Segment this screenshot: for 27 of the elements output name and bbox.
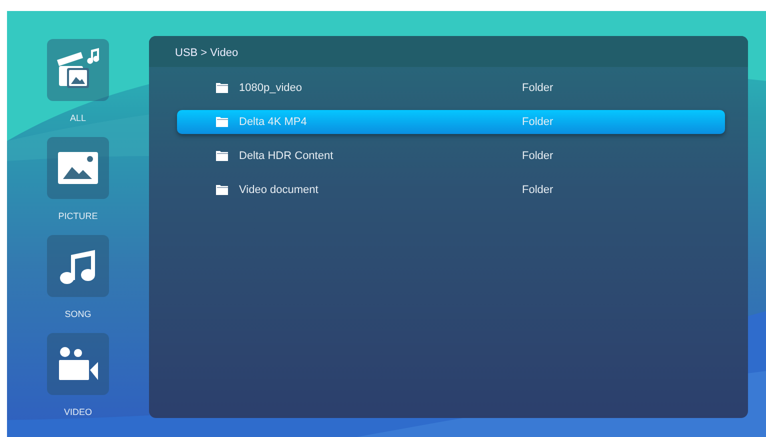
folder-icon [216, 83, 228, 93]
breadcrumb: USB > Video [149, 36, 748, 67]
category-label: PICTURE [58, 211, 98, 222]
folder-icon [216, 117, 228, 127]
video-camera-icon [57, 346, 99, 382]
file-type: Folder [522, 80, 554, 96]
file-name: Delta HDR Content [239, 148, 334, 164]
picture-icon [58, 152, 98, 184]
category-tile[interactable] [47, 39, 109, 101]
category-tile[interactable] [47, 235, 109, 297]
music-note-icon [59, 247, 97, 285]
category-label: ALL [70, 113, 86, 124]
file-name: 1080p_video [239, 80, 302, 96]
file-row[interactable]: Delta HDR Content Folder [177, 139, 725, 173]
file-type: Folder [522, 182, 554, 198]
file-type: Folder [522, 148, 554, 164]
file-type: Folder [522, 114, 554, 130]
file-row[interactable]: Video document Folder [177, 173, 725, 207]
category-tile[interactable] [47, 137, 109, 199]
file-name: Delta 4K MP4 [239, 114, 307, 130]
category-tile[interactable] [47, 333, 109, 395]
folder-icon [216, 151, 228, 161]
folder-icon [216, 185, 228, 195]
category-label: VIDEO [64, 407, 92, 418]
file-row[interactable]: 1080p_video Folder [177, 71, 725, 105]
category-label: SONG [64, 309, 92, 320]
file-name: Video document [239, 182, 318, 198]
